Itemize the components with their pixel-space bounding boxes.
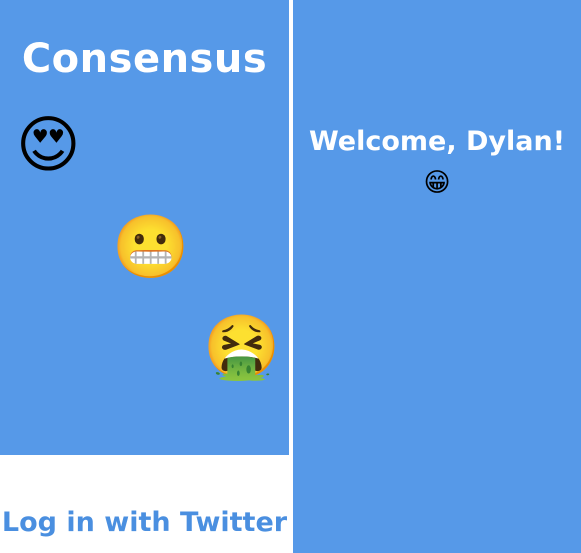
login-screen: Consensus 😍 😬 🤮 Log in with Twitter: [0, 0, 289, 553]
twitter-login-button[interactable]: Log in with Twitter: [0, 455, 289, 553]
vomiting-emoji-icon: 🤮: [203, 310, 281, 383]
welcome-screen: Welcome, Dylan! 😁: [293, 0, 581, 553]
login-hero: Consensus 😍 😬 🤮: [0, 0, 289, 455]
heart-eyes-emoji-icon: 😍: [16, 108, 81, 181]
twitter-login-label: Log in with Twitter: [1, 506, 288, 538]
welcome-heading: Welcome, Dylan!: [308, 126, 566, 157]
grinning-emoji-icon: 😁: [423, 168, 451, 198]
app-title: Consensus: [21, 36, 268, 82]
grimacing-emoji-icon: 😬: [112, 210, 190, 283]
